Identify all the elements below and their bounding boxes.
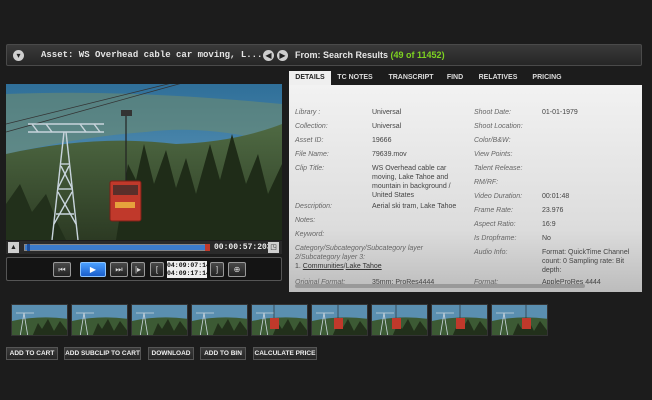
keyframe-thumbnail[interactable]: [131, 304, 188, 336]
details-scrollbar[interactable]: [295, 284, 585, 288]
rm-rf-label: RM/RF:: [474, 179, 499, 186]
audio-info-line: count: 0 Sampling rate: Bit: [542, 258, 625, 265]
zoom-icon[interactable]: ⊕: [228, 262, 246, 277]
audio-info-line: Format: QuickTime Channel: [542, 249, 630, 256]
timeline-scrubber[interactable]: [24, 244, 210, 251]
mark-in-icon[interactable]: [: [150, 262, 164, 277]
arrow-left-icon[interactable]: ◀: [263, 50, 274, 61]
download-button[interactable]: DOWNLOAD: [148, 347, 194, 360]
aspect-ratio-value: 16:9: [542, 221, 556, 228]
frame-rate-label: Frame Rate:: [474, 207, 513, 214]
shoot-location-label: Shoot Location:: [474, 123, 523, 130]
clip-title-line: mountain in background /: [372, 183, 451, 190]
details-panel: Library : Universal Collection: Universa…: [289, 85, 642, 292]
search-results-label: From: Search Results (49 of 11452): [295, 50, 445, 60]
chevron-up-icon[interactable]: ▲: [8, 242, 19, 253]
clip-title-line: moving, Lake Tahoe and: [372, 174, 449, 181]
timeline-progress: [25, 245, 208, 250]
description-value: Aerial ski tram, Lake Tahoe: [372, 203, 457, 210]
calculate-price-button[interactable]: CALCULATE PRICE: [253, 347, 317, 360]
transport-bar: ▲ 00:00:57:203 ◳: [6, 241, 282, 254]
category-label-line: 2/Subcategory layer 3:: [295, 254, 366, 261]
library-label: Library :: [295, 109, 321, 116]
detail-tabs: DETAILS TC NOTES TRANSCRIPT FIND RELATIV…: [289, 71, 642, 85]
keyframe-thumbnail[interactable]: [431, 304, 488, 336]
is-dropframe-label: Is Dropframe:: [474, 235, 517, 242]
video-duration-value: 00:01:48: [542, 193, 570, 200]
category-index: 1.: [295, 263, 303, 270]
fast-forward-icon[interactable]: ⏭: [110, 262, 128, 277]
timeline-in-handle[interactable]: [27, 244, 30, 251]
tc-in: 04:09:07:14: [167, 262, 210, 269]
fullscreen-icon[interactable]: ◳: [268, 242, 279, 253]
notes-label: Notes:: [295, 217, 316, 224]
tab-relatives[interactable]: RELATIVES: [471, 71, 525, 85]
is-dropframe-value: No: [542, 235, 551, 242]
clip-title-label: Clip Title:: [295, 165, 325, 172]
aspect-ratio-label: Aspect Ratio:: [474, 221, 516, 228]
video-duration-label: Video Duration:: [474, 193, 523, 200]
asset-title: Asset: WS Overhead cable car moving, L..…: [41, 50, 263, 60]
frame-rate-value: 23.976: [542, 207, 564, 214]
audio-info-line: depth:: [542, 267, 562, 274]
rewind-icon[interactable]: ⏮: [53, 262, 71, 277]
keyframe-thumbnail[interactable]: [11, 304, 68, 336]
shoot-date-value: 01-01-1979: [542, 109, 578, 116]
category-label-line: Category/Subcategory/Subcategory layer: [295, 245, 424, 252]
video-player[interactable]: [6, 84, 282, 240]
asset-header-bar: ▾ Asset: WS Overhead cable car moving, L…: [6, 44, 642, 66]
audio-info-value: Format: QuickTime Channel count: 0 Sampl…: [542, 248, 629, 275]
keyframe-thumbnail[interactable]: [311, 304, 368, 336]
arrow-right-icon[interactable]: ▶: [277, 50, 288, 61]
from-prefix: From: Search Results: [295, 50, 391, 60]
clip-title-value: WS Overhead cable car moving, Lake Tahoe…: [372, 164, 451, 200]
tab-transcript[interactable]: TRANSCRIPT: [381, 71, 441, 85]
category-link-lake-tahoe[interactable]: Lake Tahoe: [346, 263, 382, 270]
file-name-value: 79639.mov: [372, 151, 407, 158]
library-value: Universal: [372, 109, 402, 116]
collection-label: Collection:: [295, 123, 328, 130]
keyframe-thumbnail[interactable]: [491, 304, 548, 336]
keyframe-thumbnail[interactable]: [191, 304, 248, 336]
category-link-communities[interactable]: Communities: [303, 263, 344, 270]
view-points-label: View Points:: [474, 151, 513, 158]
timeline-out-handle[interactable]: [205, 244, 210, 251]
results-count: (49 of 11452): [390, 50, 445, 60]
talent-release-label: Talent Release:: [474, 165, 523, 172]
tab-details[interactable]: DETAILS: [289, 71, 331, 85]
keyframe-thumbnail[interactable]: [71, 304, 128, 336]
play-icon[interactable]: ▶: [80, 262, 106, 277]
step-forward-icon[interactable]: |▸: [131, 262, 145, 277]
keyframe-thumbnail[interactable]: [371, 304, 428, 336]
shoot-date-label: Shoot Date:: [474, 109, 511, 116]
mark-out-icon[interactable]: ]: [210, 262, 224, 277]
tc-out: 04:09:17:14: [167, 270, 210, 277]
current-timecode: 00:00:57:203: [214, 243, 272, 252]
keyword-label: Keyword:: [295, 231, 325, 238]
keyframe-thumbnail[interactable]: [251, 304, 308, 336]
color-label: Color/B&W:: [474, 137, 511, 144]
clip-title-line: United States: [372, 192, 415, 199]
description-label: Description:: [295, 203, 332, 210]
file-name-label: File Name:: [295, 151, 329, 158]
asset-id-value: 19666: [372, 137, 392, 144]
asset-id-label: Asset ID:: [295, 137, 324, 144]
audio-info-label: Audio Info:: [474, 249, 508, 256]
collection-value: Universal: [372, 123, 402, 130]
player-controls: ⏮ ▶ ⏭ |▸ [ 04:09:07:14 04:09:17:14 ] ⊕: [6, 257, 282, 281]
tab-pricing[interactable]: PRICING: [529, 71, 565, 85]
add-to-bin-button[interactable]: ADD TO BIN: [200, 347, 246, 360]
clip-title-line: WS Overhead cable car: [372, 165, 447, 172]
category-value: 1. Communities/Lake Tahoe: [295, 262, 382, 271]
category-label: Category/Subcategory/Subcategory layer 2…: [295, 244, 423, 262]
tab-find[interactable]: FIND: [443, 71, 467, 85]
chevron-down-icon[interactable]: ▾: [13, 50, 24, 61]
add-to-cart-button[interactable]: ADD TO CART: [6, 347, 58, 360]
in-out-timecode: 04:09:07:14 04:09:17:14: [167, 261, 210, 278]
add-subclip-to-cart-button[interactable]: ADD SUBCLIP TO CART: [64, 347, 141, 360]
keyframe-strip: [11, 304, 551, 336]
tab-tc-notes[interactable]: TC NOTES: [333, 71, 377, 85]
